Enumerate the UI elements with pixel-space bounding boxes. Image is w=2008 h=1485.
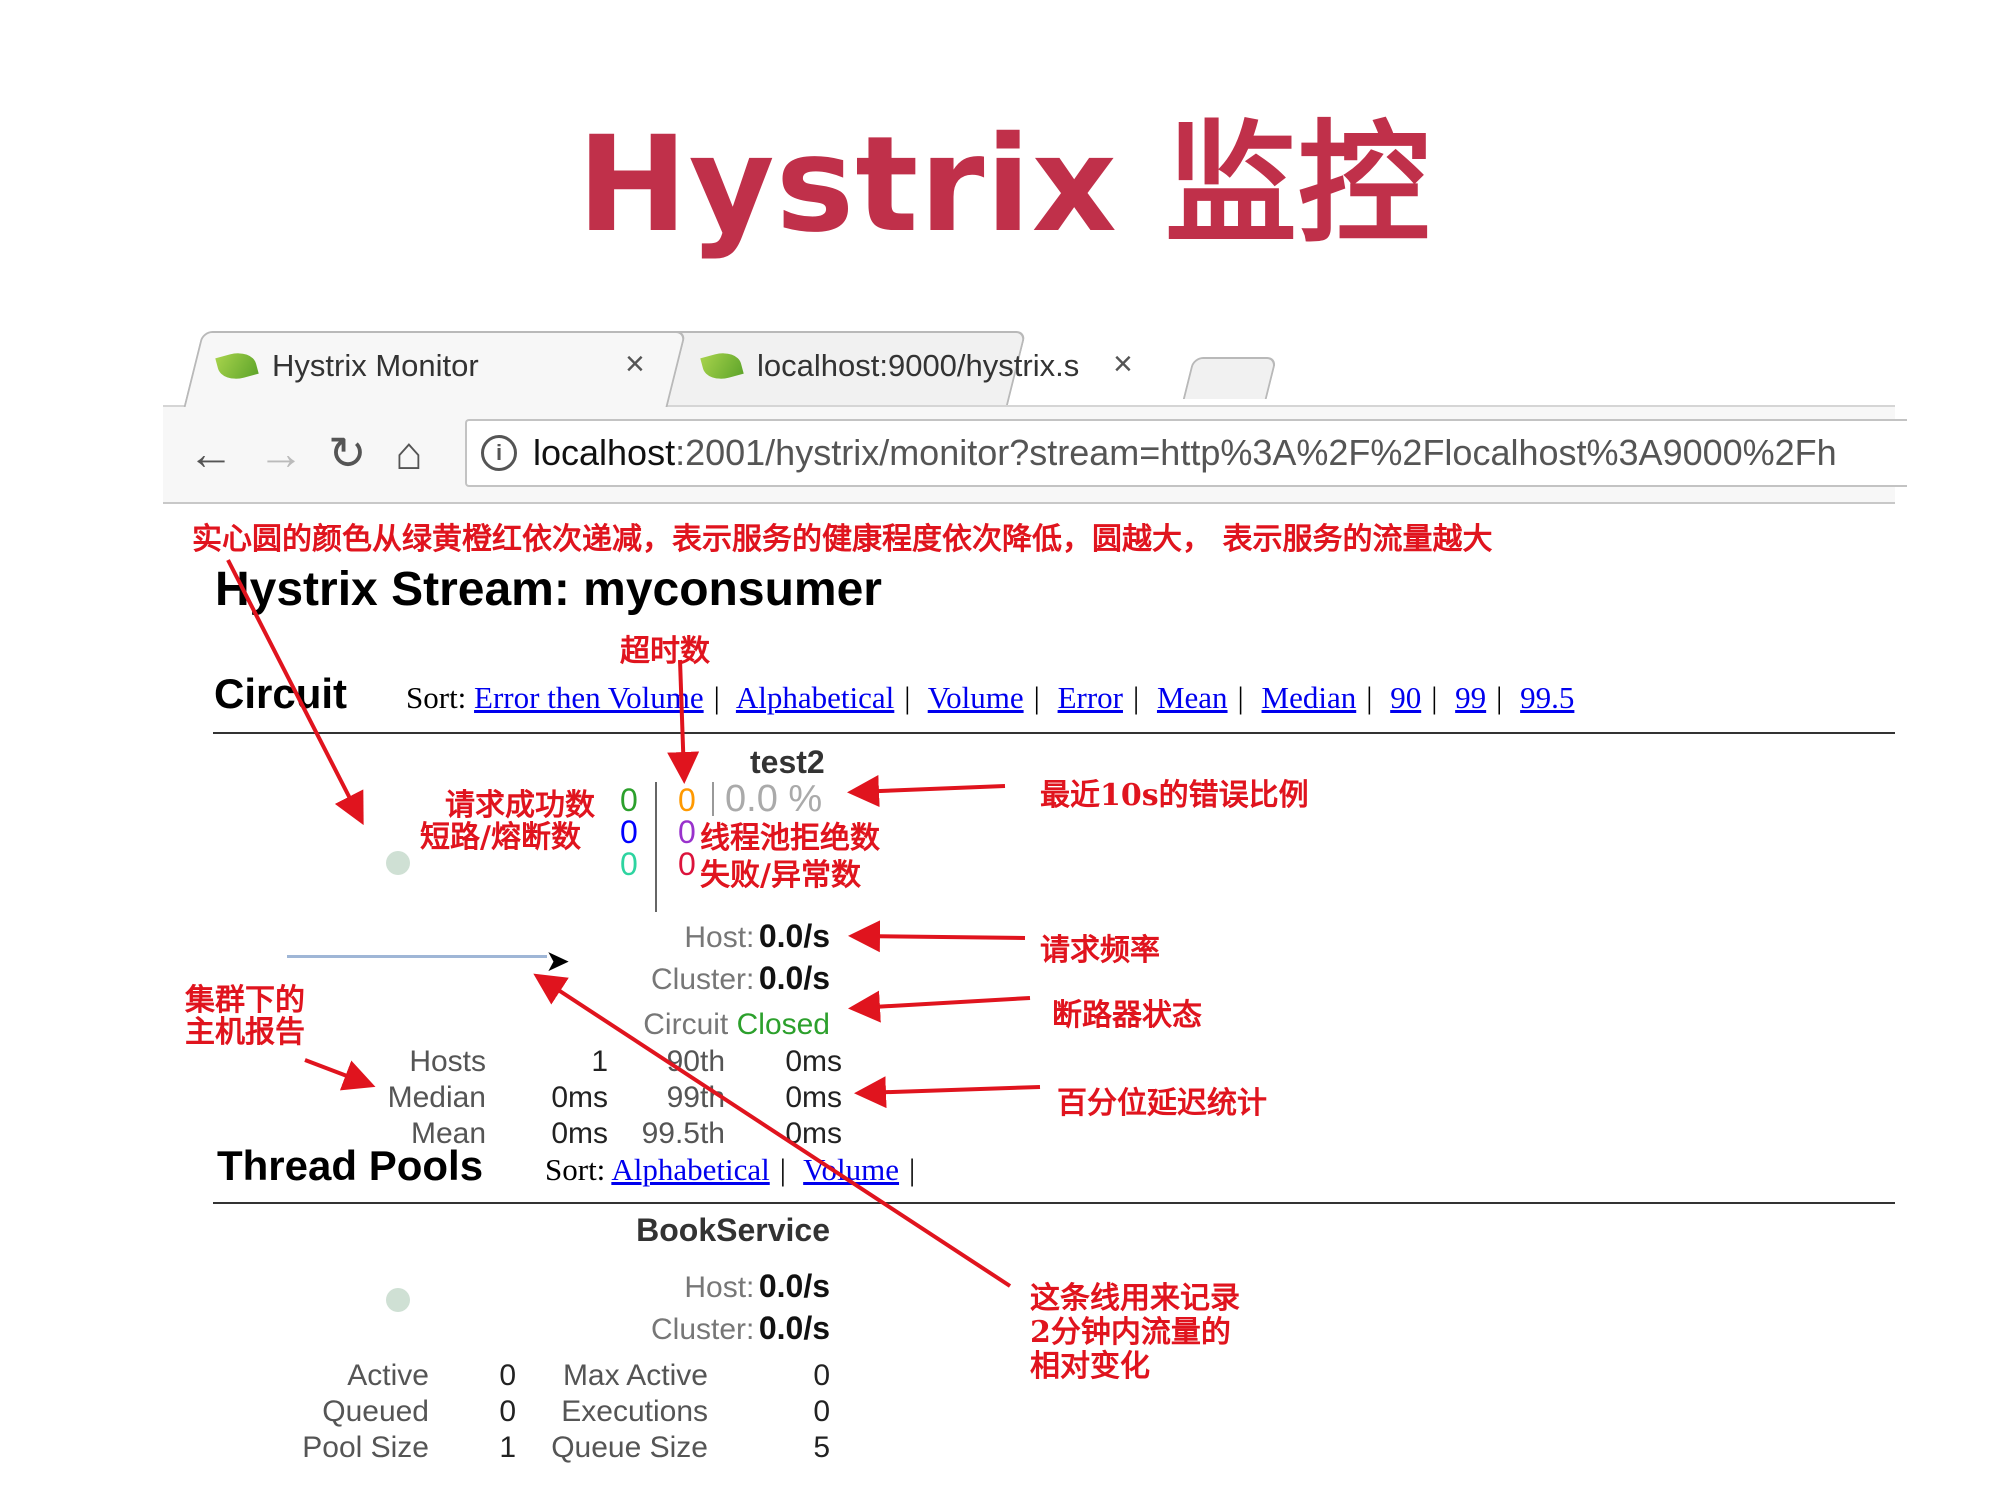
- tab-localhost-hystrix[interactable]: localhost:9000/hystrix.s: [700, 331, 1080, 401]
- tab-label: localhost:9000/hystrix.s: [757, 348, 1080, 383]
- arrow-breaker-state: [848, 990, 1031, 1023]
- close-tab-icon[interactable]: ×: [1113, 345, 1133, 384]
- spring-leaf-icon: [700, 348, 744, 384]
- arrow-sparkline: [533, 973, 1012, 1288]
- arrow-error-ratio: [847, 775, 1006, 808]
- arrow-timeout: [667, 659, 700, 784]
- arrow-percentile: [854, 1076, 1041, 1109]
- tab-label: Hystrix Monitor: [272, 348, 479, 383]
- arrow-cluster-hosts: [304, 1058, 376, 1091]
- annotation-arrows: [226, 559, 1041, 1288]
- arrow-request-rate: [848, 920, 1026, 953]
- arrow-health-circle: [226, 559, 364, 826]
- tab-hystrix-monitor[interactable]: Hystrix Monitor: [215, 331, 479, 401]
- spring-leaf-icon: [215, 348, 259, 384]
- close-tab-icon[interactable]: ×: [625, 345, 645, 384]
